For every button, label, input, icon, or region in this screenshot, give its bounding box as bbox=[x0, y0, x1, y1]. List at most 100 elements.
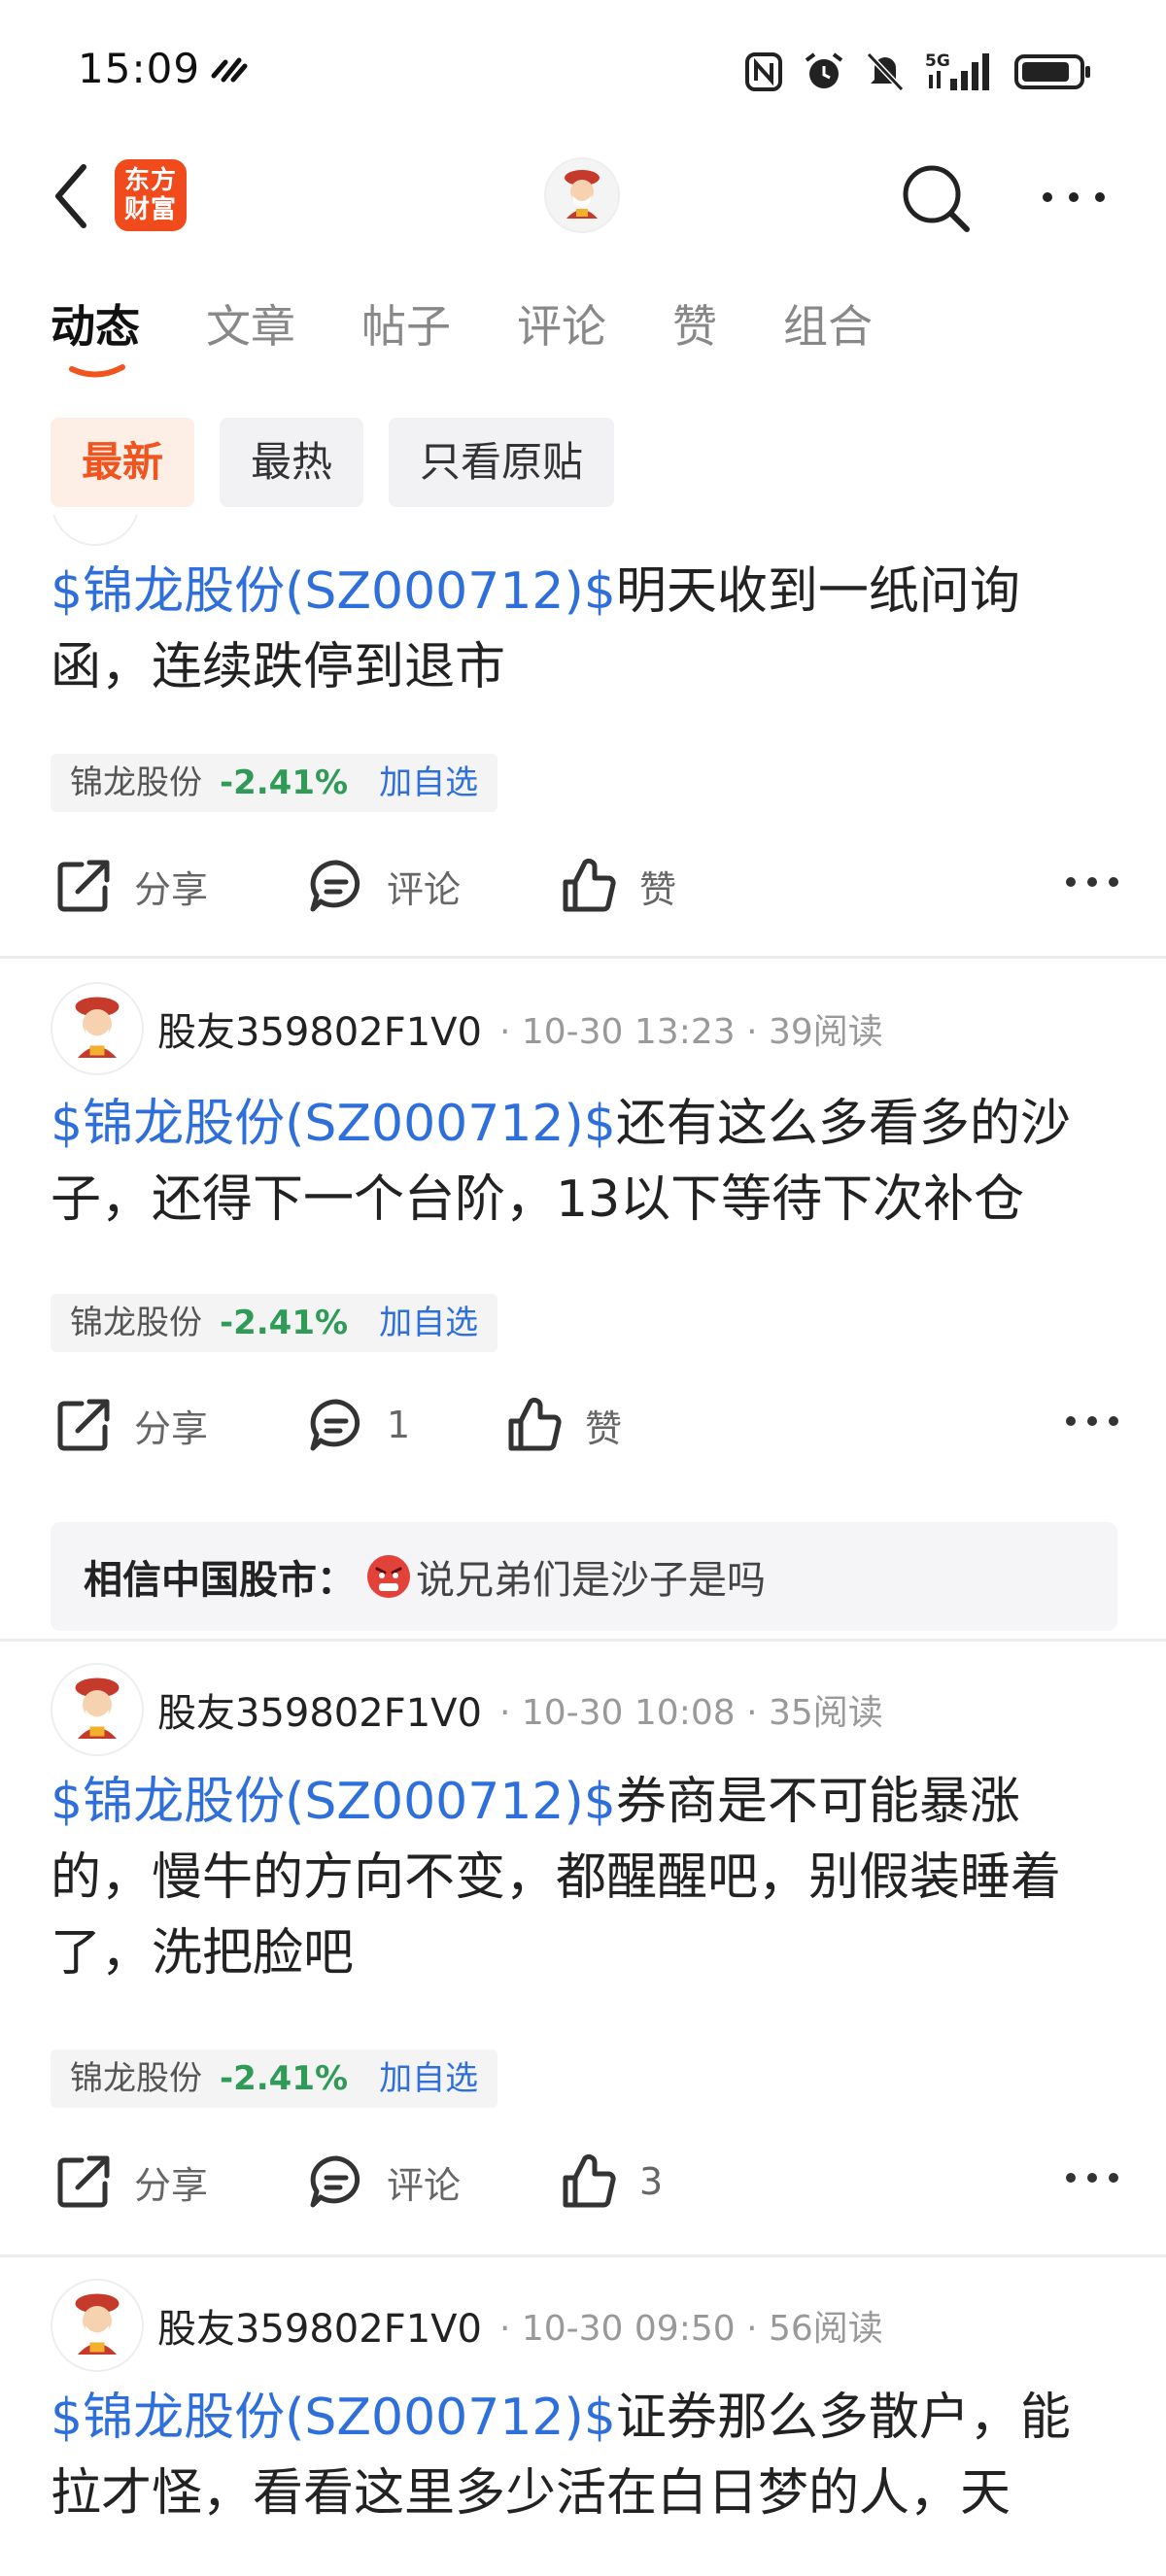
stock-change: -2.41% bbox=[220, 763, 349, 802]
post-feed[interactable]: $锦龙股份(SZ000712)$明天收到一纸问询函，连续跌停到退市 锦龙股份 -… bbox=[0, 515, 1166, 2576]
signal-5g-icon: 5G bbox=[925, 51, 989, 90]
post-actions: 分享 评论 3 bbox=[51, 2143, 1119, 2220]
feed-filters: 最新 最热 只看原贴 bbox=[51, 418, 615, 507]
share-button[interactable]: 分享 bbox=[54, 847, 208, 925]
battery-icon bbox=[1014, 54, 1090, 89]
mute-icon bbox=[866, 51, 905, 92]
post-content[interactable]: $锦龙股份(SZ000712)$证券那么多散户，能拉才怪，看看这里多少活在白日梦… bbox=[51, 2380, 1119, 2531]
fortune-god-avatar-icon bbox=[75, 1678, 120, 1739]
thumbs-up-icon bbox=[508, 1397, 562, 1451]
add-watchlist-button[interactable]: 加自选 bbox=[379, 754, 478, 812]
nfc-icon bbox=[745, 52, 782, 91]
share-icon bbox=[57, 2155, 110, 2208]
post-item[interactable]: $锦龙股份(SZ000712)$明天收到一纸问询函，连续跌停到退市 锦龙股份 -… bbox=[0, 515, 1166, 956]
author-name[interactable]: 股友359802F1V0 bbox=[157, 1000, 482, 1057]
tab-posts[interactable]: 帖子 bbox=[361, 291, 451, 361]
avatar[interactable] bbox=[51, 1663, 144, 1756]
logo-line-2: 财富 bbox=[123, 195, 177, 224]
post-actions: 分享 1 赞 bbox=[51, 1386, 1119, 1464]
tab-articles[interactable]: 文章 bbox=[206, 291, 295, 361]
status-bar: 15:09 5G bbox=[0, 0, 1166, 146]
tab-dynamics[interactable]: 动态 bbox=[51, 291, 140, 378]
stock-tag[interactable]: 锦龙股份 -2.41% 加自选 bbox=[51, 2050, 498, 2108]
stock-ticker-link[interactable]: $锦龙股份(SZ000712)$ bbox=[51, 2389, 616, 2447]
share-icon bbox=[57, 860, 110, 912]
share-button[interactable]: 分享 bbox=[54, 2143, 208, 2220]
add-watchlist-button[interactable]: 加自选 bbox=[379, 1294, 478, 1352]
status-time: 15:09 bbox=[78, 45, 201, 92]
share-icon bbox=[57, 1399, 110, 1451]
alarm-icon bbox=[805, 52, 843, 88]
author-row[interactable]: 股友359802F1V0 · 10-30 10:08 · 35阅读 bbox=[51, 1661, 883, 1758]
avatar[interactable] bbox=[51, 982, 144, 1075]
like-button[interactable]: 赞 bbox=[560, 847, 676, 925]
tab-comments[interactable]: 评论 bbox=[517, 291, 606, 361]
comment-icon bbox=[310, 860, 360, 912]
comment-button[interactable]: 评论 bbox=[307, 2143, 461, 2220]
stock-name: 锦龙股份 bbox=[70, 763, 202, 802]
post-content[interactable]: $锦龙股份(SZ000712)$明天收到一纸问询函，连续跌停到退市 bbox=[51, 554, 1119, 705]
post-more-icon[interactable] bbox=[1065, 2158, 1119, 2197]
post-content[interactable]: $锦龙股份(SZ000712)$券商是不可能暴涨的，慢牛的方向不变，都醒醒吧，别… bbox=[51, 1764, 1119, 1991]
more-options-icon[interactable] bbox=[1040, 173, 1108, 221]
like-button[interactable]: 赞 bbox=[505, 1386, 622, 1464]
logo-line-1: 东方 bbox=[123, 166, 177, 195]
search-icon[interactable] bbox=[899, 161, 973, 235]
post-item[interactable]: 股友359802F1V0 · 10-30 10:08 · 35阅读 $锦龙股份(… bbox=[0, 1642, 1166, 2244]
filter-original-only[interactable]: 只看原贴 bbox=[389, 418, 615, 507]
post-meta: · 10-30 10:08 · 35阅读 bbox=[498, 1693, 883, 1733]
stock-ticker-link[interactable]: $锦龙股份(SZ000712)$ bbox=[51, 1773, 616, 1831]
post-meta: · 10-30 13:23 · 39阅读 bbox=[498, 1012, 883, 1052]
reply-author[interactable]: 相信中国股市： bbox=[84, 1548, 356, 1605]
reply-text: 说兄弟们是沙子是吗 bbox=[416, 1558, 766, 1603]
profile-avatar[interactable] bbox=[544, 157, 620, 233]
author-row[interactable]: 股友359802F1V0 · 10-30 13:23 · 39阅读 bbox=[51, 980, 883, 1077]
link-sync-icon bbox=[211, 57, 248, 83]
like-button[interactable]: 3 bbox=[560, 2143, 663, 2220]
avatar[interactable] bbox=[51, 2279, 144, 2372]
stock-name: 锦龙股份 bbox=[70, 2059, 202, 2098]
author-row[interactable]: 股友359802F1V0 · 10-30 09:50 · 56阅读 bbox=[51, 2277, 883, 2374]
comment-preview[interactable]: 相信中国股市： 说兄弟们是沙子是吗 bbox=[51, 1522, 1117, 1631]
filter-hottest[interactable]: 最热 bbox=[220, 418, 364, 507]
fortune-god-avatar-icon bbox=[75, 2293, 120, 2355]
tab-likes[interactable]: 赞 bbox=[672, 291, 717, 361]
post-more-icon[interactable] bbox=[1065, 863, 1119, 901]
post-actions: 分享 评论 赞 bbox=[51, 847, 1119, 925]
post-more-icon[interactable] bbox=[1065, 1402, 1119, 1441]
stock-change: -2.41% bbox=[220, 2059, 349, 2098]
angry-face-icon bbox=[367, 1555, 410, 1598]
stock-ticker-link[interactable]: $锦龙股份(SZ000712)$ bbox=[51, 1095, 616, 1153]
stock-tag[interactable]: 锦龙股份 -2.41% 加自选 bbox=[51, 754, 498, 812]
comment-button[interactable]: 1 bbox=[307, 1386, 410, 1464]
post-content[interactable]: $锦龙股份(SZ000712)$还有这么多看多的沙子，还得下一个台阶，13以下等… bbox=[51, 1086, 1119, 1237]
back-arrow-icon[interactable] bbox=[49, 157, 97, 235]
fortune-god-avatar-icon bbox=[75, 997, 120, 1058]
comment-count: 1 bbox=[387, 1404, 411, 1446]
top-nav: 东方 财富 bbox=[0, 146, 1166, 253]
comment-button[interactable]: 评论 bbox=[307, 847, 461, 925]
add-watchlist-button[interactable]: 加自选 bbox=[379, 2050, 478, 2108]
author-name[interactable]: 股友359802F1V0 bbox=[157, 2297, 482, 2354]
status-icons: 5G bbox=[744, 49, 1092, 95]
comment-icon bbox=[310, 2155, 360, 2208]
comment-icon bbox=[310, 1399, 360, 1451]
fortune-god-avatar-icon bbox=[565, 170, 600, 219]
stock-ticker-link[interactable]: $锦龙股份(SZ000712)$ bbox=[51, 562, 616, 621]
stock-name: 锦龙股份 bbox=[70, 1304, 202, 1342]
profile-tabs: 动态 文章 帖子 评论 赞 组合 bbox=[51, 291, 939, 378]
author-name[interactable]: 股友359802F1V0 bbox=[157, 1681, 482, 1738]
like-count: 3 bbox=[639, 2160, 664, 2203]
svg-text:5G: 5G bbox=[925, 51, 950, 71]
tab-portfolios[interactable]: 组合 bbox=[783, 291, 873, 361]
post-item[interactable]: 股友359802F1V0 · 10-30 09:50 · 56阅读 $锦龙股份(… bbox=[0, 2257, 1166, 2576]
stock-tag[interactable]: 锦龙股份 -2.41% 加自选 bbox=[51, 1294, 498, 1352]
post-meta: · 10-30 09:50 · 56阅读 bbox=[498, 2309, 883, 2349]
share-button[interactable]: 分享 bbox=[54, 1386, 208, 1464]
thumbs-up-icon bbox=[563, 2153, 616, 2208]
filter-latest[interactable]: 最新 bbox=[51, 418, 195, 507]
stock-change: -2.41% bbox=[220, 1304, 349, 1342]
thumbs-up-icon bbox=[563, 858, 616, 912]
app-logo[interactable]: 东方 财富 bbox=[115, 159, 187, 231]
active-tab-indicator bbox=[69, 364, 125, 378]
